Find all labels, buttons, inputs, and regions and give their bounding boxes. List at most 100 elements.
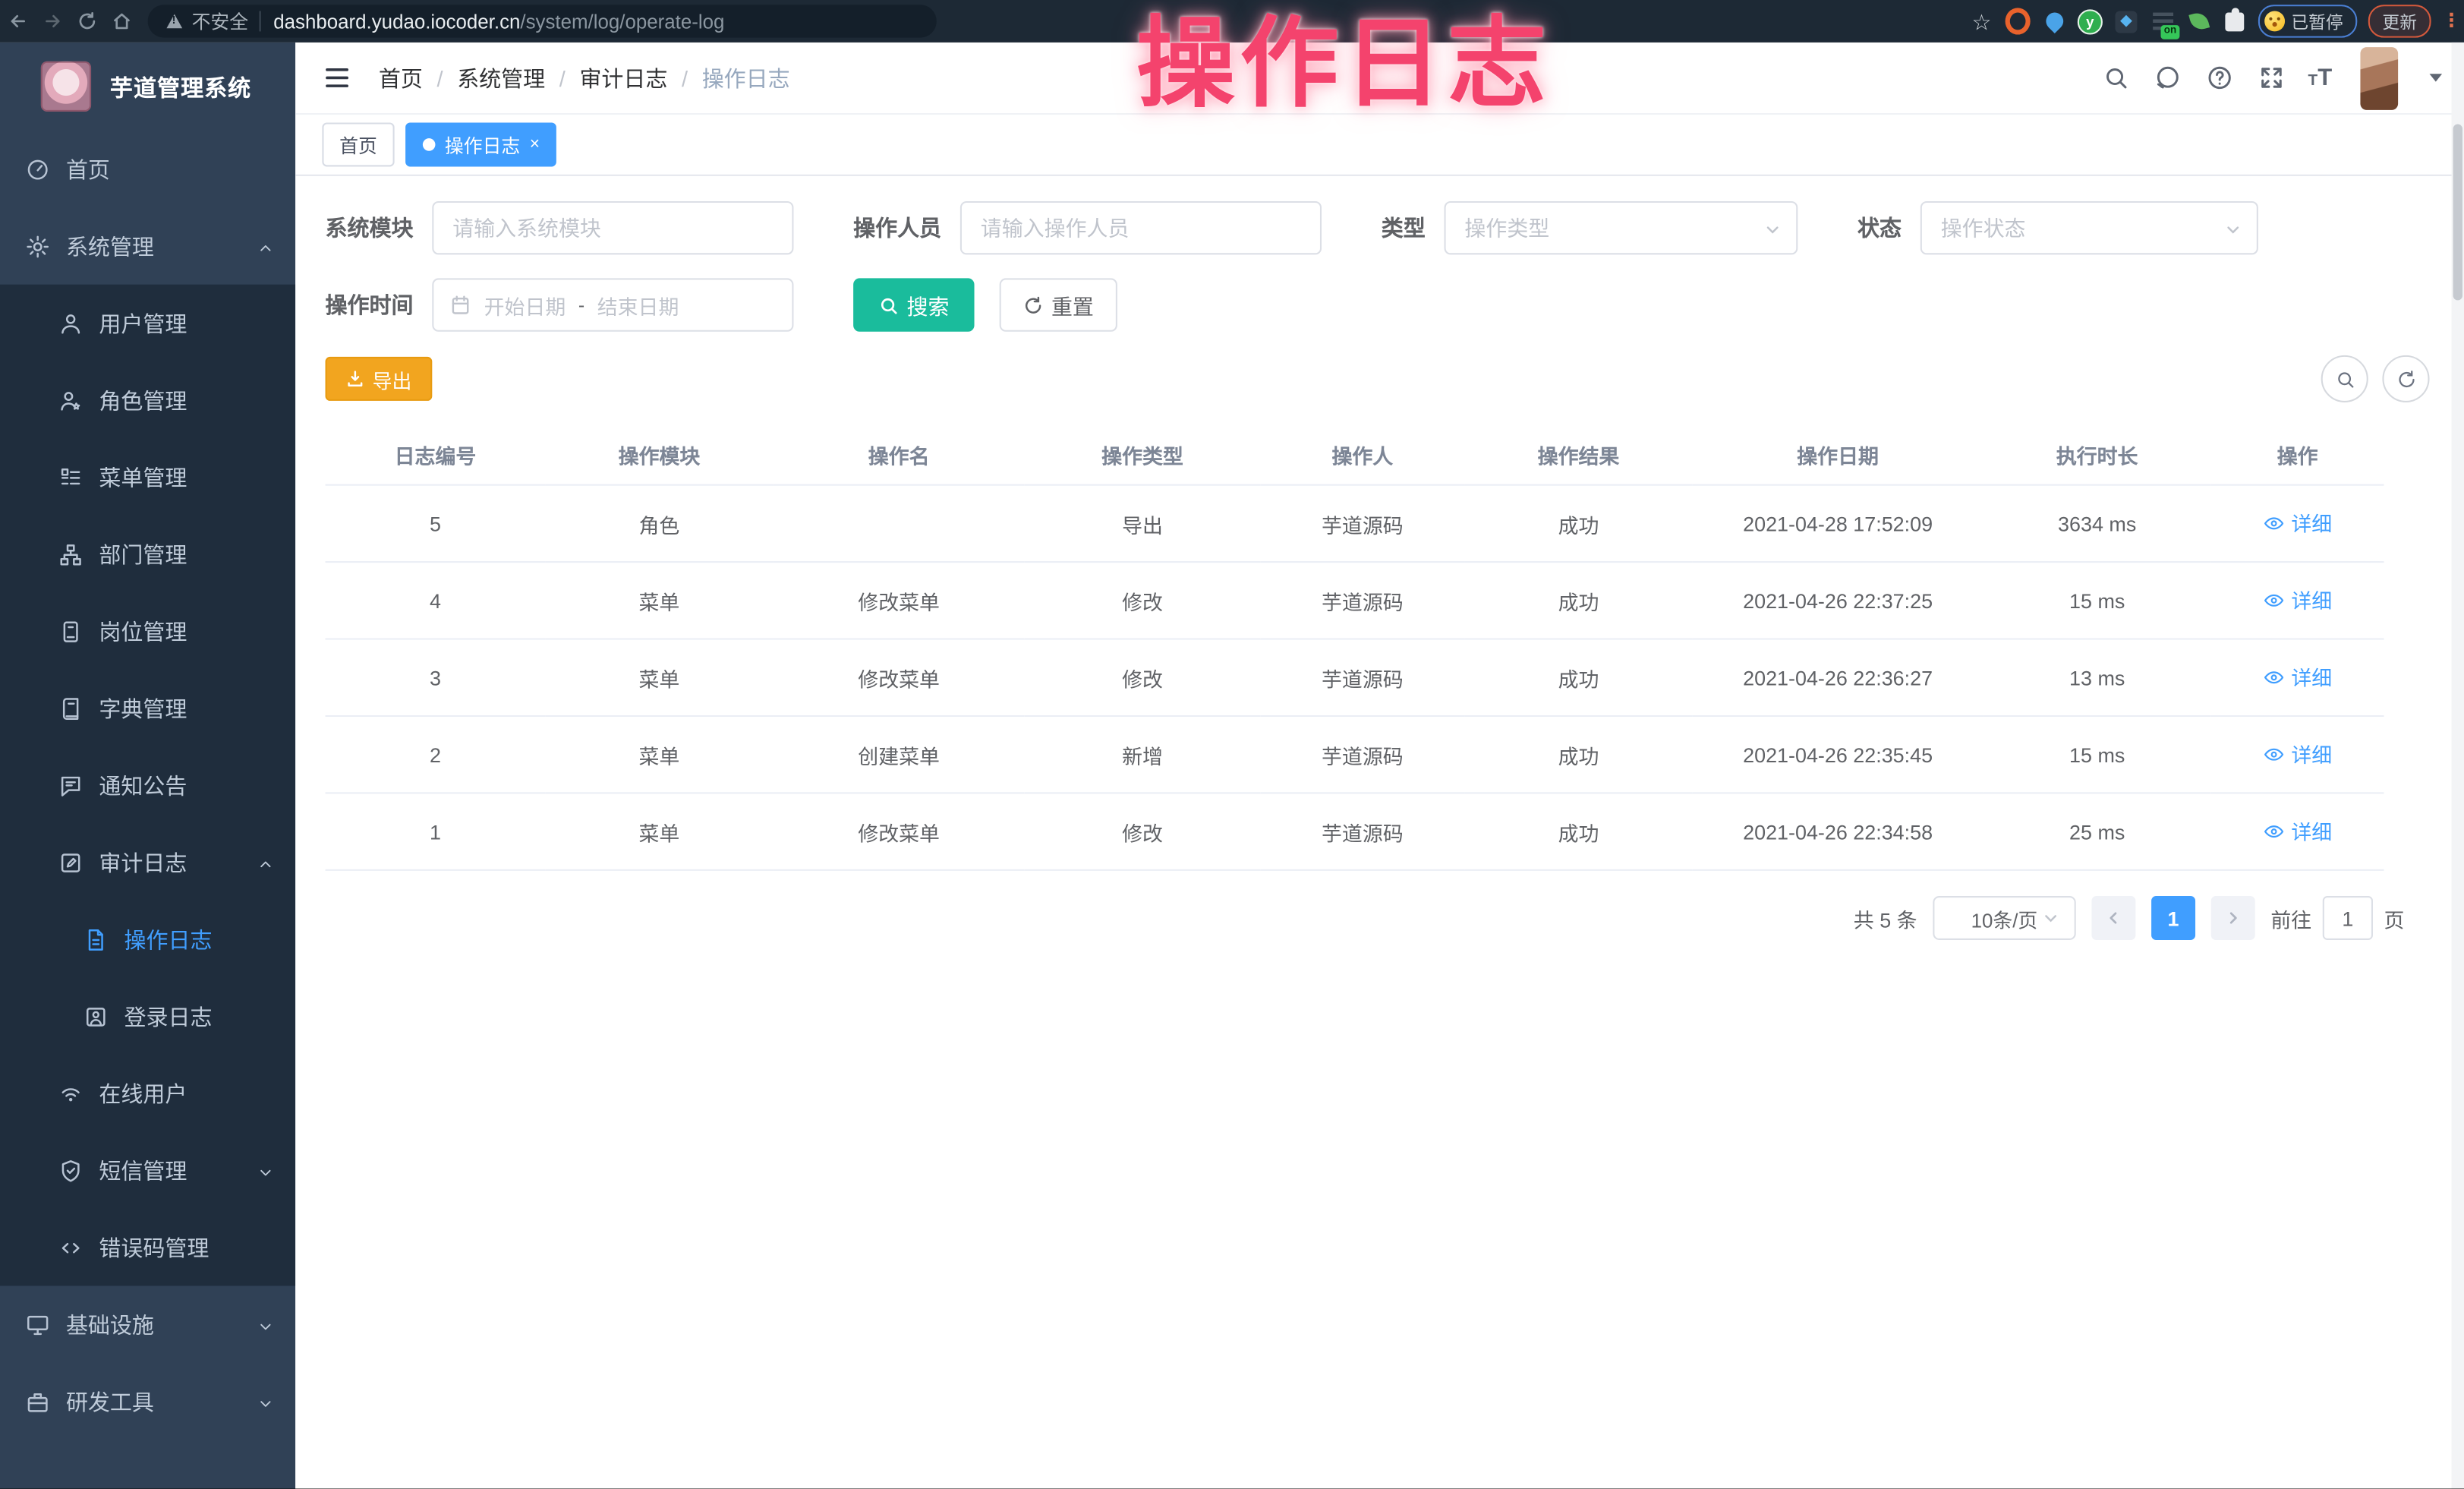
help-icon[interactable] xyxy=(2204,63,2234,93)
table-cell: 芋道源码 xyxy=(1260,639,1464,716)
status-select-input[interactable] xyxy=(1922,203,2257,253)
module-input[interactable] xyxy=(433,203,792,253)
table-cell: 导出 xyxy=(1025,485,1261,562)
scrollbar-track[interactable] xyxy=(2452,43,2464,1489)
time-label: 操作时间 xyxy=(326,289,414,320)
goto-page: 前往 页 xyxy=(2270,896,2404,940)
chevron-up-icon xyxy=(256,237,275,256)
sidebar-item-label: 部门管理 xyxy=(99,538,187,569)
browser-menu-icon[interactable]: ⋮ xyxy=(2442,17,2451,25)
reload-icon[interactable] xyxy=(69,11,104,31)
sidebar-item-label: 操作日志 xyxy=(124,923,213,954)
collapse-menu-icon[interactable] xyxy=(322,62,353,93)
hide-search-icon[interactable] xyxy=(2321,355,2368,402)
table-cell: 修改菜单 xyxy=(774,562,1025,639)
export-button-label: 导出 xyxy=(373,364,412,393)
table-header-操作名: 操作名 xyxy=(774,424,1025,485)
font-size-icon[interactable]: TT xyxy=(2308,66,2333,90)
sidebar-item-研发工具[interactable]: 研发工具 xyxy=(0,1363,295,1440)
export-button[interactable]: 导出 xyxy=(326,357,433,401)
search-button[interactable]: 搜索 xyxy=(853,278,974,331)
detail-link[interactable]: 详细 xyxy=(2263,662,2332,692)
sidebar-item-首页[interactable]: 首页 xyxy=(0,131,295,207)
leaf-extension-icon[interactable] xyxy=(2186,8,2211,33)
gem-extension-icon[interactable]: ◆ xyxy=(2113,8,2138,33)
sidebar-item-系统管理[interactable]: 系统管理 xyxy=(0,207,295,284)
tag-操作日志[interactable]: 操作日志 × xyxy=(405,122,557,166)
type-select[interactable] xyxy=(1445,201,1798,254)
app-logo-row[interactable]: 芋道管理系统 xyxy=(0,43,295,131)
profile-paused-button[interactable]: 已暂停 xyxy=(2258,5,2357,37)
github-icon[interactable] xyxy=(2153,63,2182,93)
sidebar-item-错误码管理[interactable]: 错误码管理 xyxy=(0,1209,295,1286)
operator-input[interactable] xyxy=(962,203,1320,253)
table-cell: 修改 xyxy=(1025,793,1261,869)
paused-label: 已暂停 xyxy=(2291,8,2343,33)
drop-extension-icon[interactable] xyxy=(2041,8,2066,33)
iyuu-extension-icon[interactable]: y xyxy=(2078,8,2103,33)
sidebar-item-登录日志[interactable]: 登录日志 xyxy=(0,978,295,1055)
type-select-input[interactable] xyxy=(1446,203,1797,253)
table-cell: 修改 xyxy=(1025,639,1261,716)
sidebar-item-label: 审计日志 xyxy=(99,847,187,878)
sidebar-item-短信管理[interactable]: 短信管理 xyxy=(0,1132,295,1209)
date-range-picker[interactable]: 开始日期 - 结束日期 xyxy=(432,278,793,331)
status-select[interactable] xyxy=(1920,201,2258,254)
next-page-icon[interactable] xyxy=(2211,896,2255,940)
sidebar-item-审计日志[interactable]: 审计日志 xyxy=(0,824,295,901)
filter-row-1: 系统模块 操作人员 类型 状态 xyxy=(326,201,2433,254)
user-avatar[interactable] xyxy=(2360,46,2398,109)
sidebar-item-基础设施[interactable]: 基础设施 xyxy=(0,1286,295,1362)
puzzle-extension-icon[interactable] xyxy=(2222,8,2247,33)
sidebar-item-用户管理[interactable]: 用户管理 xyxy=(0,285,295,361)
sidebar-item-角色管理[interactable]: 角色管理 xyxy=(0,361,295,438)
chevron-down-icon xyxy=(2041,909,2060,928)
tag-close-icon[interactable]: × xyxy=(530,136,540,153)
page-number-1[interactable]: 1 xyxy=(2151,896,2195,940)
scrollbar-thumb[interactable] xyxy=(2453,125,2462,301)
avatar-caret-down-icon[interactable] xyxy=(2430,74,2443,81)
prev-page-icon[interactable] xyxy=(2091,896,2135,940)
app-title: 芋道管理系统 xyxy=(110,70,251,103)
forward-icon[interactable] xyxy=(35,11,70,31)
tag-label: 首页 xyxy=(339,131,377,158)
home-icon[interactable] xyxy=(104,11,139,31)
address-bar[interactable]: 不安全 dashboard.yudao.iocoder.cn/system/lo… xyxy=(148,5,937,37)
sidebar-item-在线用户[interactable]: 在线用户 xyxy=(0,1055,295,1131)
back-icon[interactable] xyxy=(0,11,35,31)
update-button[interactable]: 更新 xyxy=(2368,5,2431,37)
page-size-select[interactable]: 10条/页 xyxy=(1933,896,2075,940)
sidebar-item-岗位管理[interactable]: 岗位管理 xyxy=(0,592,295,669)
sidebar-item-通知公告[interactable]: 通知公告 xyxy=(0,746,295,823)
detail-link[interactable]: 详细 xyxy=(2263,740,2332,769)
fullscreen-icon[interactable] xyxy=(2256,63,2286,93)
detail-link[interactable]: 详细 xyxy=(2263,816,2332,846)
audit-edit-icon xyxy=(57,849,83,875)
breadcrumb-item-首页[interactable]: 首页 xyxy=(379,62,423,93)
sidebar-item-操作日志[interactable]: 操作日志 xyxy=(0,901,295,977)
sidebar-item-字典管理[interactable]: 字典管理 xyxy=(0,670,295,746)
breadcrumb-item-系统管理[interactable]: 系统管理 xyxy=(457,62,545,93)
table-header-操作结果: 操作结果 xyxy=(1464,424,1692,485)
profile-avatar-emoji-icon xyxy=(2264,11,2285,31)
table-header-操作: 操作 xyxy=(2211,424,2384,485)
table-cell: 菜单 xyxy=(545,793,773,869)
sidebar-item-部门管理[interactable]: 部门管理 xyxy=(0,516,295,592)
bookmark-star-icon[interactable]: ☆ xyxy=(1969,8,1994,33)
breadcrumb-item-审计日志[interactable]: 审计日志 xyxy=(579,62,667,93)
breadcrumb: 首页/系统管理/审计日志/操作日志 xyxy=(379,62,790,93)
reset-button[interactable]: 重置 xyxy=(1000,278,1117,331)
table-cell: 成功 xyxy=(1464,562,1692,639)
ublock-extension-icon[interactable] xyxy=(2006,8,2031,33)
detail-link[interactable]: 详细 xyxy=(2263,508,2332,538)
goto-page-input[interactable] xyxy=(2323,896,2373,940)
switch-extension-icon[interactable]: on xyxy=(2150,8,2175,33)
detail-link[interactable]: 详细 xyxy=(2263,585,2332,615)
detail-link-label: 详细 xyxy=(2291,740,2332,769)
page-content: 系统模块 操作人员 类型 状态 xyxy=(295,176,2464,1489)
tag-首页[interactable]: 首页 xyxy=(322,122,394,166)
sidebar-item-菜单管理[interactable]: 菜单管理 xyxy=(0,439,295,516)
refresh-icon[interactable] xyxy=(2382,355,2429,402)
search-icon[interactable] xyxy=(2100,63,2130,93)
tag-label: 操作日志 xyxy=(445,131,520,158)
